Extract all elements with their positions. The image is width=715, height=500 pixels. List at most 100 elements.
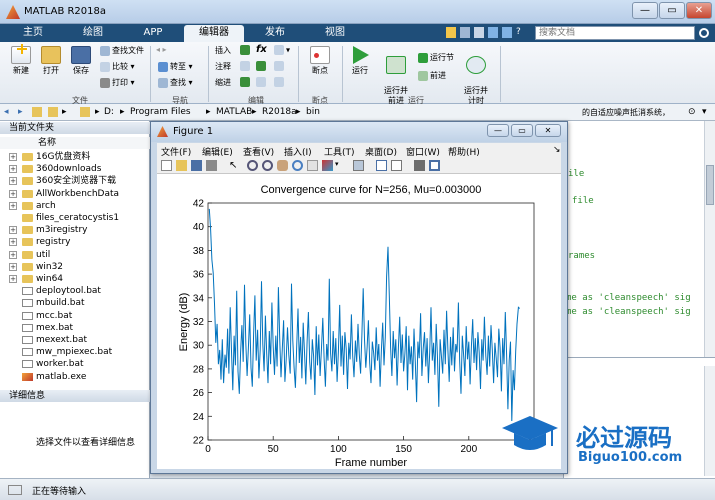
menu-dock-icon[interactable]: ↘: [553, 145, 561, 155]
insert-menu-icon[interactable]: ▾: [274, 45, 290, 55]
advance-button[interactable]: 前进: [418, 70, 446, 81]
find-files-button[interactable]: 查找文件: [100, 45, 144, 56]
code-line[interactable]: me as 'cleanspeech' sig: [566, 307, 691, 317]
expand-toggle-icon[interactable]: +: [9, 226, 17, 235]
tab-editor[interactable]: 编辑器: [184, 25, 244, 42]
new-figure-icon[interactable]: [161, 160, 172, 171]
legend-icon[interactable]: [391, 160, 402, 171]
save-button[interactable]: 保存: [68, 46, 94, 76]
brush-menu-icon[interactable]: ▾: [335, 160, 346, 171]
command-scrollbar[interactable]: [704, 366, 715, 476]
new-button[interactable]: 新建: [8, 44, 34, 76]
increase-indent-icon[interactable]: [256, 77, 268, 87]
file-item[interactable]: mcc.bat: [0, 310, 150, 322]
decrease-indent-icon[interactable]: [274, 77, 286, 87]
crumb-matlab[interactable]: MATLAB: [216, 107, 252, 117]
figure-close-button[interactable]: ✕: [535, 124, 561, 137]
compare-button[interactable]: 比较 ▾: [100, 61, 135, 72]
editor-tab-title[interactable]: 的自适应噪声抵消系统，: [582, 107, 670, 118]
file-item[interactable]: mbuild.bat: [0, 297, 150, 309]
figure-minimize-button[interactable]: —: [487, 124, 509, 137]
colorbar-icon[interactable]: [376, 160, 387, 171]
code-line[interactable]: me as 'cleanspeech' sig: [566, 293, 691, 303]
folder-item[interactable]: + registry: [0, 236, 150, 248]
hide-tools-icon[interactable]: [414, 160, 425, 171]
tab-apps[interactable]: APP: [124, 25, 182, 42]
wrap-comment-icon[interactable]: [274, 61, 286, 71]
expand-toggle-icon[interactable]: +: [9, 153, 17, 161]
data-cursor-icon[interactable]: [307, 160, 318, 171]
crumb-drive[interactable]: D:: [104, 107, 114, 117]
save-figure-icon[interactable]: [191, 160, 202, 171]
folder-item[interactable]: + win32: [0, 261, 150, 273]
breakpoints-button[interactable]: 断点: [306, 46, 334, 76]
forward-icon[interactable]: ▸: [18, 107, 23, 117]
folder-item[interactable]: + AllWorkbenchData: [0, 188, 150, 200]
find-button[interactable]: 查找 ▾: [158, 77, 193, 88]
tab-home[interactable]: 主页: [4, 25, 62, 42]
smart-indent-icon[interactable]: [240, 77, 252, 87]
open-button[interactable]: 打开: [38, 46, 64, 76]
crumb-r2018a[interactable]: R2018a: [262, 107, 297, 117]
print-figure-icon[interactable]: [206, 160, 217, 171]
uncomment-icon[interactable]: [256, 61, 268, 71]
undo-icon[interactable]: [488, 27, 498, 38]
panel-menu-icon[interactable]: ▾: [702, 107, 707, 117]
expand-toggle-icon[interactable]: +: [9, 189, 17, 198]
file-item[interactable]: deploytool.bat: [0, 285, 150, 297]
tab-view[interactable]: 视图: [306, 25, 364, 42]
file-item[interactable]: matlab.exe: [0, 371, 150, 383]
crumb-program-files[interactable]: Program Files: [130, 107, 191, 117]
folder-item[interactable]: +360downloads: [0, 163, 150, 175]
search-docs-input[interactable]: [535, 26, 695, 40]
cut-icon[interactable]: [460, 27, 470, 38]
copy-icon[interactable]: [474, 27, 484, 38]
code-line[interactable]: file: [572, 196, 594, 206]
expand-toggle-icon[interactable]: +: [9, 250, 17, 259]
rotate-3d-icon[interactable]: [292, 160, 303, 171]
pointer-icon[interactable]: ↖: [229, 160, 240, 171]
minimize-button[interactable]: —: [632, 2, 658, 19]
expand-toggle-icon[interactable]: +: [9, 201, 17, 210]
run-button[interactable]: 运行: [346, 46, 374, 76]
crumb-bin[interactable]: bin: [306, 107, 320, 117]
folder-item[interactable]: + m3iregistry: [0, 224, 150, 236]
file-item[interactable]: mex.bat: [0, 322, 150, 334]
back-icon[interactable]: ◂: [4, 107, 9, 117]
print-button[interactable]: 打印 ▾: [100, 77, 135, 88]
brush-icon[interactable]: [322, 160, 333, 171]
folder-item[interactable]: +360安全浏览器下载: [0, 175, 150, 187]
expand-toggle-icon[interactable]: +: [9, 238, 17, 247]
pan-hand-icon[interactable]: [277, 160, 288, 171]
browse-folder-icon[interactable]: [48, 107, 58, 117]
redo-icon[interactable]: [502, 27, 512, 38]
save-icon[interactable]: [446, 27, 456, 38]
file-item[interactable]: worker.bat: [0, 358, 150, 370]
expand-icon[interactable]: ⊙: [688, 107, 696, 117]
up-folder-icon[interactable]: [32, 107, 42, 117]
code-line[interactable]: rames: [568, 251, 595, 261]
comment-percent-icon[interactable]: [240, 61, 252, 71]
open-file-icon[interactable]: [176, 160, 187, 171]
figure-maximize-button[interactable]: ▭: [511, 124, 533, 137]
search-icon[interactable]: [699, 28, 709, 38]
insert-section-icon[interactable]: [240, 45, 252, 55]
expand-toggle-icon[interactable]: +: [9, 275, 17, 283]
name-column-header[interactable]: 名称: [0, 137, 150, 149]
tab-plots[interactable]: 绘图: [64, 25, 122, 42]
folder-item[interactable]: + arch: [0, 200, 150, 212]
show-tools-icon[interactable]: [429, 160, 440, 171]
help-icon[interactable]: ?: [516, 27, 526, 38]
comment-button[interactable]: 注释: [215, 61, 231, 72]
link-plot-icon[interactable]: [353, 160, 364, 171]
folder-item[interactable]: +16G优盘资料: [0, 151, 150, 163]
zoom-out-icon[interactable]: [262, 160, 273, 171]
file-item[interactable]: mw_mpiexec.bat: [0, 346, 150, 358]
fx-button[interactable]: fx: [256, 44, 267, 55]
close-button[interactable]: ✕: [686, 2, 712, 19]
goto-button[interactable]: 转至 ▾: [158, 61, 193, 72]
insert-button[interactable]: 插入: [215, 45, 231, 56]
editor-scrollbar[interactable]: [704, 121, 715, 357]
nav-back-forward[interactable]: ◂ ▸: [156, 45, 167, 54]
expand-toggle-icon[interactable]: +: [9, 165, 17, 174]
